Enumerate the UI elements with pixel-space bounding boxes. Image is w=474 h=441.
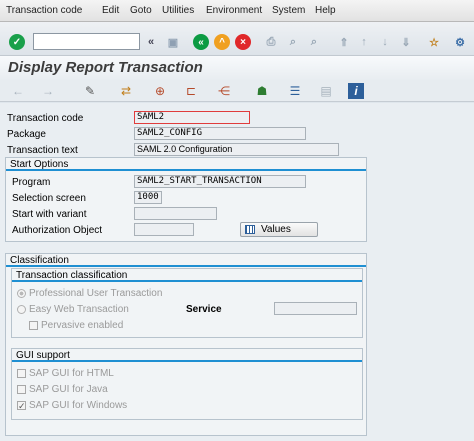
find-next-icon[interactable]: ⌕ [306, 34, 322, 50]
menu-bar: Transaction code Edit Goto Utilities Env… [0, 0, 474, 22]
customize-layout-icon[interactable]: ⚙ [452, 34, 468, 50]
find-icon[interactable]: ⌕ [285, 34, 301, 50]
start-with-variant-label: Start with variant [12, 209, 87, 220]
easy-web-label: Easy Web Transaction [29, 304, 129, 315]
sap-gui-html-label: SAP GUI for HTML [29, 368, 114, 379]
values-button-label: Values [261, 224, 291, 235]
cancel-icon[interactable]: × [235, 34, 251, 50]
where-used-icon[interactable]: ⋲ [216, 83, 232, 99]
sap-gui-html-checkbox[interactable] [17, 369, 26, 378]
package-label: Package [7, 129, 46, 140]
program-field[interactable]: SAML2_START_TRANSACTION [134, 175, 306, 188]
start-with-variant-field[interactable] [134, 207, 217, 220]
gui-support-title: GUI support [16, 350, 70, 361]
previous-page-icon[interactable]: ↑ [356, 34, 372, 50]
service-field[interactable] [274, 302, 357, 315]
exit-icon[interactable]: ^ [214, 34, 230, 50]
authorization-object-label: Authorization Object [12, 225, 103, 236]
transaction-code-field[interactable]: SAML2 [134, 111, 250, 124]
transaction-code-label: Transaction code [7, 113, 84, 124]
create-session-icon[interactable]: ☆ [426, 34, 442, 50]
page-title: Display Report Transaction [8, 59, 203, 76]
menu-system[interactable]: System [272, 5, 305, 16]
start-options-header: Start Options [6, 158, 366, 171]
command-field[interactable] [33, 33, 140, 50]
menu-help[interactable]: Help [315, 5, 336, 16]
arrow-right-icon[interactable]: → [40, 83, 56, 99]
easy-web-radio[interactable] [17, 305, 26, 314]
program-label: Program [12, 177, 51, 188]
classification-title: Classification [10, 255, 69, 266]
service-label: Service [186, 304, 222, 315]
classification-header: Classification [6, 254, 366, 267]
transaction-text-field[interactable]: SAML 2.0 Configuration [134, 143, 339, 156]
layout-icon[interactable]: ▤ [318, 83, 334, 99]
professional-user-radio[interactable] [17, 289, 26, 298]
first-page-icon[interactable]: ⇑ [336, 34, 352, 50]
last-page-icon[interactable]: ⇓ [398, 34, 414, 50]
check-object-icon[interactable]: ⊕ [152, 83, 168, 99]
table-icon [245, 225, 255, 234]
sap-gui-java-checkbox[interactable] [17, 385, 26, 394]
transaction-classification-title: Transaction classification [16, 270, 128, 281]
enter-icon[interactable]: ✓ [9, 34, 25, 50]
gui-support-header: GUI support [12, 349, 362, 362]
pervasive-enabled-checkbox[interactable] [29, 321, 38, 330]
selection-screen-label: Selection screen [12, 193, 86, 204]
menu-utilities[interactable]: Utilities [162, 5, 194, 16]
selection-screen-field[interactable]: 1000 [134, 191, 162, 204]
activate-icon[interactable]: ⊏ [183, 83, 199, 99]
start-options-title: Start Options [10, 159, 69, 170]
application-toolbar [0, 80, 474, 102]
transaction-text-label: Transaction text [7, 145, 78, 156]
transaction-classification-header: Transaction classification [12, 269, 362, 282]
sap-gui-windows-label: SAP GUI for Windows [29, 400, 128, 411]
info-icon[interactable]: i [348, 83, 364, 99]
authorization-object-field[interactable] [134, 223, 194, 236]
sap-gui-windows-checkbox[interactable]: ✓ [17, 401, 26, 411]
back-icon[interactable]: « [193, 34, 209, 50]
print-icon[interactable]: ⎙ [263, 34, 279, 50]
menu-environment[interactable]: Environment [206, 5, 262, 16]
display-change-icon[interactable]: ✎ [82, 83, 98, 99]
menu-edit[interactable]: Edit [102, 5, 119, 16]
package-field[interactable]: SAML2_CONFIG [134, 127, 306, 140]
other-object-icon[interactable]: ⇄ [118, 83, 134, 99]
values-button[interactable]: Values [240, 222, 318, 237]
double-chevron-left-icon[interactable]: « [143, 34, 159, 50]
professional-user-label: Professional User Transaction [29, 288, 163, 299]
menu-goto[interactable]: Goto [130, 5, 152, 16]
save-icon[interactable]: ▣ [165, 34, 181, 50]
object-list-icon[interactable]: ☗ [254, 83, 270, 99]
next-page-icon[interactable]: ↓ [377, 34, 393, 50]
arrow-left-icon[interactable]: ← [10, 83, 26, 99]
pervasive-enabled-label: Pervasive enabled [41, 320, 124, 331]
menu-transaction-code[interactable]: Transaction code [6, 5, 82, 16]
title-bar: Display Report Transaction [0, 56, 474, 80]
sap-gui-java-label: SAP GUI for Java [29, 384, 108, 395]
navigation-window-icon[interactable]: ☰ [287, 83, 303, 99]
